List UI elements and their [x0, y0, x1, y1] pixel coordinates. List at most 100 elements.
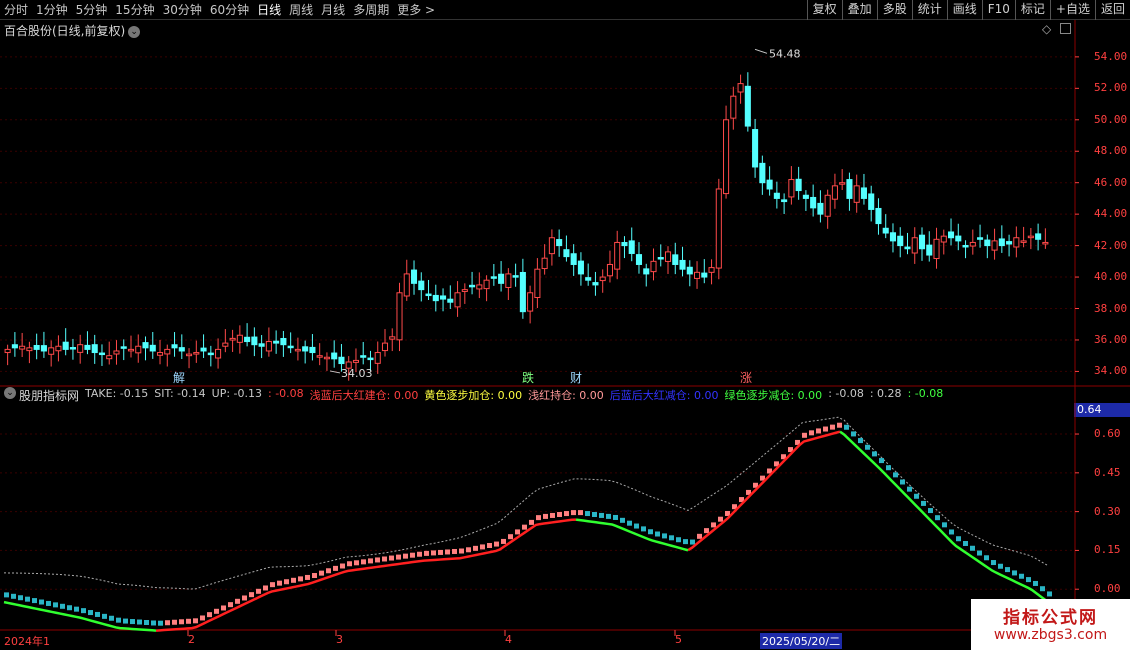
indicator-block: [620, 517, 625, 523]
candle: [563, 249, 570, 258]
candle: [955, 235, 962, 242]
site-logo: 指标公式网 www.zbgs3.com: [971, 599, 1130, 650]
indicator-block: [599, 512, 604, 518]
indicator-block: [900, 479, 905, 485]
candle: [156, 352, 164, 356]
candle: [860, 187, 867, 199]
indicator-block: [529, 519, 534, 525]
candle: [331, 352, 338, 360]
indicator-block: [270, 582, 275, 588]
indicator-block: [396, 554, 401, 560]
candle: [882, 227, 889, 234]
candle: [991, 240, 998, 251]
logo-title: 指标公式网: [1003, 608, 1098, 628]
candle: [701, 272, 708, 278]
indicator-block: [564, 511, 569, 517]
candle: [461, 289, 468, 292]
indicator-block: [172, 619, 177, 625]
indicator-block: [627, 520, 632, 526]
candle: [752, 129, 759, 168]
candle: [592, 282, 599, 286]
indicator-block: [970, 545, 975, 551]
indicator-block: [830, 424, 835, 430]
indicator-block: [473, 545, 478, 551]
indicator-block: [95, 611, 100, 617]
candle: [396, 292, 403, 341]
indicator-block: [676, 537, 681, 543]
candle: [287, 345, 294, 349]
candle: [1006, 241, 1013, 245]
indicator-block: [81, 608, 86, 614]
indicator-block: [711, 522, 716, 528]
indicator-block: [165, 620, 170, 626]
indicator-block: [256, 588, 261, 594]
candle: [621, 242, 628, 247]
candle: [127, 348, 135, 352]
candle: [48, 347, 55, 355]
candle: [222, 342, 229, 347]
candle: [1027, 235, 1034, 239]
candle: [766, 179, 773, 190]
event-marker: 解: [173, 371, 185, 385]
indicator-block: [851, 431, 856, 437]
candle: [606, 263, 613, 277]
indicator-block: [802, 432, 807, 438]
indicator-block: [522, 524, 527, 530]
indicator-block: [683, 539, 688, 545]
indicator-block: [11, 593, 16, 599]
candle: [207, 352, 214, 356]
indicator-block: [291, 577, 296, 583]
indicator-block: [963, 540, 968, 546]
candle: [570, 253, 577, 265]
candle: [1020, 240, 1027, 243]
indicator-block: [158, 620, 163, 626]
indicator-block: [186, 618, 191, 624]
indicator-block: [606, 513, 611, 519]
event-marker: 涨: [740, 370, 752, 385]
candle: [171, 344, 178, 349]
indicator-block: [207, 612, 212, 618]
candle: [759, 162, 766, 184]
indicator-block: [298, 576, 303, 582]
candle: [338, 356, 345, 365]
candle: [635, 254, 643, 265]
candle: [846, 179, 853, 199]
candle: [55, 345, 62, 352]
indicator-block: [837, 422, 842, 428]
indicator-block: [305, 574, 310, 580]
candle: [469, 284, 476, 288]
candle: [817, 202, 824, 215]
indicator-block: [39, 599, 44, 605]
candle: [418, 280, 425, 291]
candle: [918, 234, 926, 250]
indicator-block: [977, 550, 982, 556]
candle: [541, 257, 548, 270]
candle: [164, 348, 171, 355]
indicator-block: [536, 515, 541, 521]
candle: [904, 246, 911, 250]
indicator-block: [144, 620, 149, 626]
candle: [868, 193, 875, 210]
low-price-label: 34.03: [341, 367, 373, 380]
candle: [679, 259, 686, 270]
indicator-block: [410, 552, 415, 558]
indicator-block: [487, 542, 492, 548]
indicator-block: [718, 516, 723, 522]
candle: [577, 260, 584, 275]
candle: [381, 342, 389, 352]
candle: [534, 268, 541, 298]
indicator-block: [1033, 580, 1038, 586]
indicator-block: [508, 534, 513, 540]
indicator-block: [403, 553, 408, 559]
indicator-block: [921, 500, 926, 506]
indicator-block: [151, 620, 156, 626]
candle: [947, 231, 955, 239]
stock-chart[interactable]: 54.48 34.03 解 跌 财 涨: [0, 0, 1130, 650]
candle: [389, 336, 396, 340]
indicator-block: [697, 533, 702, 539]
indicator-block: [116, 617, 121, 623]
candle: [657, 257, 664, 260]
candle: [1013, 237, 1020, 248]
indicator-block: [319, 570, 324, 576]
candle: [802, 194, 809, 199]
